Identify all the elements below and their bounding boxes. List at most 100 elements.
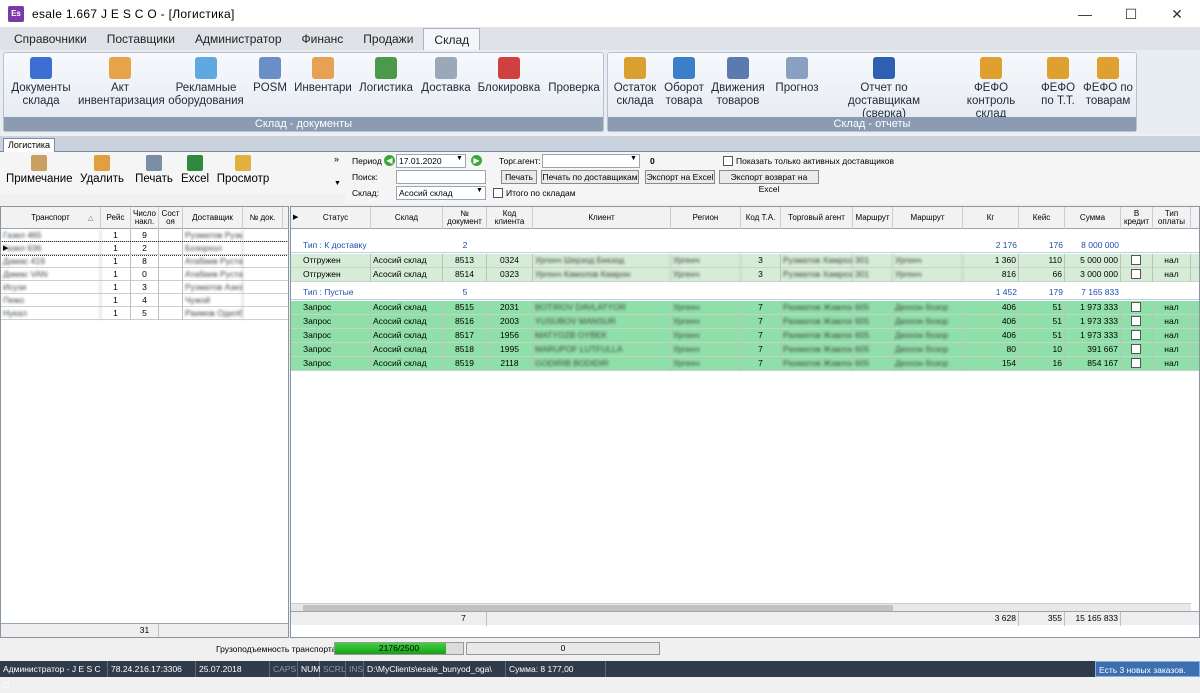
oborot-button[interactable]: Оборот товара: [662, 57, 706, 108]
col-header[interactable]: Статус: [301, 207, 371, 229]
total-by-wh-checkbox[interactable]: [493, 188, 503, 198]
notification-new-orders[interactable]: Есть 3 новых заказов.: [1095, 661, 1200, 677]
print-filter-button[interactable]: Печать: [501, 170, 537, 184]
table-cell: Асосий склад: [371, 254, 443, 268]
col-deliverer[interactable]: Доставщик: [183, 207, 243, 229]
prev-date-icon[interactable]: ◀: [384, 155, 395, 166]
prognoz-button[interactable]: Прогноз: [770, 57, 824, 95]
blokirovka-button[interactable]: Блокировка: [476, 57, 542, 95]
table-row[interactable]: Запрос Асосий склад 8515 2031 BOTIROV DAVLAT…: [291, 301, 1199, 315]
col-header[interactable]: Клиент: [533, 207, 671, 229]
toolbar-more-icon[interactable]: »: [334, 154, 339, 164]
posm-button[interactable]: POSM: [250, 57, 290, 95]
tab-logistika[interactable]: Логистика: [3, 138, 56, 152]
table-row[interactable]: Газел 636 1 2 Бозорхол: [1, 241, 288, 256]
table-row[interactable]: Запрос Асосий склад 8518 1995 MARUPOF LUTFUL…: [291, 343, 1199, 357]
close-button[interactable]: ✕: [1154, 0, 1200, 28]
table-row[interactable]: Запрос Асосий склад 8517 1956 MATYOZB OYBEK У…: [291, 329, 1199, 343]
date-dropdown-icon[interactable]: ▼: [456, 155, 463, 162]
documents-sklad-button[interactable]: Документы склада: [8, 57, 74, 108]
table-cell: 406: [963, 315, 1019, 329]
export-return-button[interactable]: Экспорт возврат на Excel: [719, 170, 819, 194]
minimize-button[interactable]: —: [1062, 0, 1108, 28]
ostatok-button[interactable]: Остаток склада: [612, 57, 658, 108]
ad-equipment-button[interactable]: Рекламные оборудования: [166, 57, 246, 108]
agent-dropdown-icon[interactable]: ▼: [630, 155, 637, 162]
col-count[interactable]: Число накл.: [131, 207, 159, 229]
credit-checkbox[interactable]: [1131, 302, 1141, 312]
warehouse-dropdown-icon[interactable]: ▼: [476, 187, 483, 194]
credit-checkbox[interactable]: [1131, 269, 1141, 279]
menu-administrator[interactable]: Администратор: [185, 28, 292, 50]
col-header[interactable]: № документ: [443, 207, 487, 229]
fefo-control-button[interactable]: ФЕФО контроль склад: [950, 57, 1032, 121]
dostavka-button[interactable]: Доставка: [420, 57, 472, 95]
report-deliverers-button[interactable]: Отчет по доставщикам (сверка): [828, 57, 940, 121]
next-date-icon[interactable]: ▶: [471, 155, 482, 166]
table-cell: 10: [1019, 343, 1065, 357]
col-header[interactable]: Сумма: [1065, 207, 1121, 229]
table-row[interactable]: Пежо 1 4 Чужой: [1, 294, 288, 307]
warehouse-select[interactable]: Асосий склад: [396, 186, 486, 200]
sort-icon[interactable]: △: [88, 214, 93, 222]
col-header[interactable]: Код Т.А.: [741, 207, 781, 229]
maximize-button[interactable]: ☐: [1108, 0, 1154, 28]
proverka-button[interactable]: Проверка: [546, 57, 602, 95]
credit-checkbox[interactable]: [1131, 358, 1141, 368]
group-row[interactable]: Тип : К доставку 2 2 176 176 8 000 000: [291, 239, 1199, 253]
preview-button[interactable]: Просмотр: [216, 155, 270, 185]
menu-postavshchiki[interactable]: Поставщики: [97, 28, 185, 50]
logistika-button[interactable]: Логистика: [356, 57, 416, 95]
col-header[interactable]: Маршрут: [853, 207, 893, 229]
col-header[interactable]: Склад: [371, 207, 443, 229]
table-row[interactable]: Газел 465 1 9 Рузматов Рузм: [1, 229, 288, 242]
agent-select[interactable]: [542, 154, 640, 168]
table-row[interactable]: Нукал 1 5 Раимов Одилб: [1, 307, 288, 320]
col-header[interactable]: В кредит: [1121, 207, 1153, 229]
col-docnum[interactable]: № док.: [243, 207, 283, 229]
inventari-button[interactable]: Инвентари: [294, 57, 352, 95]
print-button[interactable]: Печать: [134, 155, 174, 185]
credit-checkbox[interactable]: [1131, 316, 1141, 326]
only-active-checkbox[interactable]: [723, 156, 733, 166]
fefo-tt-button[interactable]: ФЕФО по Т.Т.: [1038, 57, 1078, 108]
credit-checkbox[interactable]: [1131, 344, 1141, 354]
col-status[interactable]: Сост оя: [159, 207, 183, 229]
delete-button[interactable]: Удалить: [78, 155, 126, 185]
col-header[interactable]: Кг: [963, 207, 1019, 229]
col-header[interactable]: Кейс: [1019, 207, 1065, 229]
col-header[interactable]: Регион: [671, 207, 741, 229]
print-by-delivery-button[interactable]: Печать по доставщикам: [541, 170, 639, 184]
table-row[interactable]: Запрос Асосий склад 8516 2003 YUSUBOV MANSUR…: [291, 315, 1199, 329]
col-reys[interactable]: Рейс: [101, 207, 131, 229]
table-cell: 1 360: [963, 254, 1019, 268]
group-row[interactable]: Тип : Пустые 5 1 452 179 7 165 833: [291, 286, 1199, 300]
note-button[interactable]: Примечание: [6, 155, 73, 185]
col-header[interactable]: Код клиента: [487, 207, 533, 229]
search-input[interactable]: [396, 170, 486, 184]
credit-checkbox[interactable]: [1131, 255, 1141, 265]
menu-sklad[interactable]: Склад: [423, 28, 481, 50]
table-row[interactable]: Дамас 419 1 8 Атабаев Рустам: [1, 255, 288, 268]
act-inventory-button[interactable]: Акт инвентаризация: [78, 57, 165, 108]
excel-button[interactable]: Excel: [180, 155, 210, 185]
menu-finans[interactable]: Финанс: [292, 28, 354, 50]
col-header[interactable]: Тип оплаты: [1153, 207, 1191, 229]
table-cell: 9: [131, 229, 159, 242]
dvizheniya-button[interactable]: Движения товаров: [710, 57, 766, 108]
table-row[interactable]: Отгружен Асосий склад 8514 0323 Ургенч Камол…: [291, 268, 1199, 282]
col-header[interactable]: Маршрут: [893, 207, 963, 229]
fefo-goods-button[interactable]: ФЕФО по товарам: [1082, 57, 1134, 108]
table-row[interactable]: Дамас VAN 1 0 Атабаев Рустам: [1, 268, 288, 281]
menu-spravochniki[interactable]: Справочники: [4, 28, 97, 50]
table-row[interactable]: Запрос Асосий склад 8519 2118 GODIRIB BODIDI…: [291, 357, 1199, 371]
credit-checkbox[interactable]: [1131, 330, 1141, 340]
export-excel-button[interactable]: Экспорт на Excel: [645, 170, 715, 184]
table-cell: 2031: [487, 301, 533, 315]
toolbar-dropdown-icon[interactable]: ▼: [334, 180, 341, 187]
col-transport[interactable]: Транспорт: [1, 207, 101, 229]
col-header[interactable]: Торговый агент: [781, 207, 853, 229]
table-row[interactable]: Отгружен Асосий склад 8513 0324 Ургенч Шерзо…: [291, 254, 1199, 268]
menu-prodazhi[interactable]: Продажи: [353, 28, 423, 50]
table-row[interactable]: Исузи 1 3 Рузматов Азизб: [1, 281, 288, 294]
